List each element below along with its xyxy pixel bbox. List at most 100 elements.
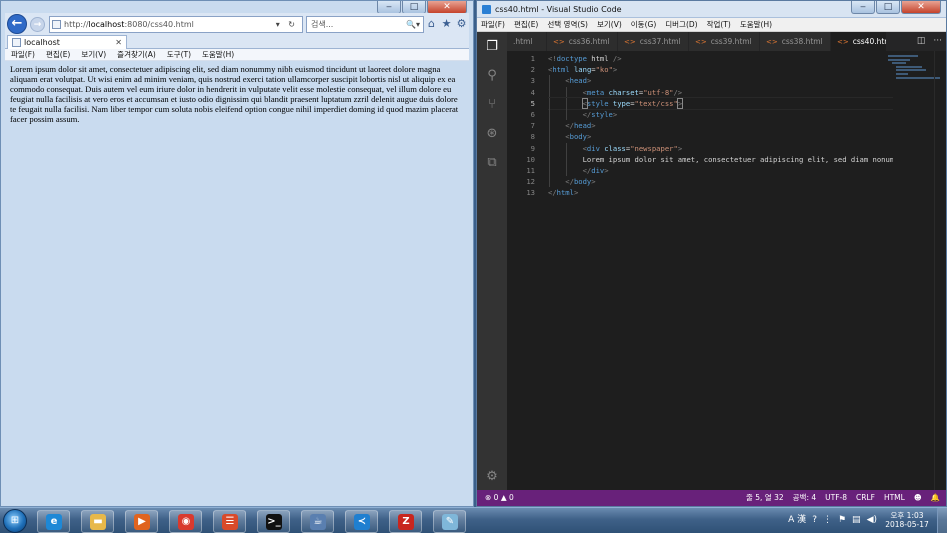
menu-selection[interactable]: 선택 영역(S) [547, 18, 588, 31]
clock-time: 오후 1:03 [890, 511, 924, 520]
tab-localhost[interactable]: localhost ✕ [7, 35, 127, 49]
line-number: 4 [530, 87, 535, 97]
acrobat-app-icon: ☰ [222, 514, 238, 530]
minimap[interactable] [888, 55, 940, 85]
menu-tools[interactable]: 도구(T) [167, 49, 191, 60]
home-icon[interactable]: ⌂ [425, 17, 438, 30]
tab-css40[interactable]: <>css40.html [831, 32, 887, 51]
media-player-app-button[interactable]: ▶ [125, 510, 158, 533]
acrobat-app-button[interactable]: ☰ [213, 510, 246, 533]
code-line[interactable]: <meta charset="utf-8"/> [548, 86, 893, 98]
code-line[interactable]: <head> [548, 75, 893, 87]
menu-view[interactable]: 보기(V) [597, 18, 622, 31]
explorer-files-icon[interactable]: ❐ [484, 39, 500, 55]
tray-icons: A 漢 ? ⋮ ⚑ ▤ ◀) [788, 514, 877, 526]
tab-html[interactable]: .html [507, 32, 547, 51]
code-line[interactable]: </html> [548, 187, 893, 198]
encoding[interactable]: UTF-8 [825, 490, 847, 506]
code-line[interactable]: </style> [548, 108, 893, 121]
menu-help[interactable]: 도움말(H) [202, 49, 234, 60]
address-bar[interactable]: http://localhost:8080/css40.html ▾ ↻ [49, 16, 303, 33]
notifications-bell-icon[interactable]: 🔔 [931, 490, 940, 506]
gear-icon[interactable]: ⚙ [484, 469, 500, 485]
cursor-position[interactable]: 줄 5, 열 32 [746, 490, 784, 506]
line-ending[interactable]: CRLF [856, 490, 875, 506]
ie-app-button[interactable]: e [37, 510, 70, 533]
menu-help[interactable]: 도움말(H) [740, 18, 772, 31]
tab-css37[interactable]: <> css37.html [618, 32, 689, 51]
code-line[interactable]: </head> [548, 120, 893, 132]
show-desktop-button[interactable] [937, 508, 947, 533]
line-number: 8 [530, 132, 535, 142]
code-line[interactable]: Lorem ipsum dolor sit amet, consectetuer… [548, 153, 893, 165]
search-icon[interactable]: ⚲ [484, 68, 500, 84]
clock[interactable]: 오후 1:03 2018-05-17 [881, 511, 933, 529]
code-line[interactable]: </div> [548, 164, 893, 177]
search-input[interactable]: 검색... 🔍▾ [306, 16, 424, 33]
indentation[interactable]: 공백: 4 [793, 490, 816, 506]
maximize-button[interactable]: □ [876, 1, 900, 14]
page-icon [12, 38, 21, 47]
source-control-icon[interactable]: ⑂ [484, 97, 500, 113]
network-icon[interactable]: ▤ [852, 514, 861, 526]
refresh-icon[interactable]: ▾ ↻ [276, 17, 298, 32]
menu-favorites[interactable]: 즐겨찾기(A) [117, 49, 156, 60]
menu-edit[interactable]: 편집(E) [46, 49, 70, 60]
line-number: 10 [526, 154, 535, 164]
tray-overflow-icon[interactable]: ⋮ [823, 514, 832, 526]
menu-file[interactable]: 파일(F) [481, 18, 505, 31]
explorer-app-button[interactable]: ▬ [81, 510, 114, 533]
activity-bar: ❐ ⚲ ⑂ ⊛ ⧉ ⚙ [477, 32, 507, 490]
code-line[interactable]: <body> [548, 131, 893, 143]
ie-navigation-bar: ← → http://localhost:8080/css40.html ▾ ↻… [5, 13, 469, 35]
tab-actions: ◫ ··· [917, 32, 942, 51]
code-line[interactable]: <style type="text/css"> [548, 96, 893, 110]
notepad-app-button[interactable]: ✎ [433, 510, 466, 533]
start-button-icon[interactable]: ⊞ [3, 509, 27, 533]
filezilla-app-button[interactable]: Z [389, 510, 422, 533]
tab-css39[interactable]: <> css39.html [689, 32, 760, 51]
language-mode[interactable]: HTML [884, 490, 905, 506]
media-player-app-icon: ▶ [134, 514, 150, 530]
vscode-app-button[interactable]: ≺ [345, 510, 378, 533]
cmd-app-button[interactable]: >_ [257, 510, 290, 533]
volume-icon[interactable]: ◀) [867, 514, 877, 526]
feedback-smiley-icon[interactable]: ☻ [914, 490, 922, 506]
search-icon[interactable]: 🔍▾ [406, 17, 420, 32]
cmd-app-icon: >_ [266, 514, 282, 530]
close-tab-icon[interactable]: ✕ [115, 36, 122, 49]
clock-date: 2018-05-17 [885, 520, 929, 529]
menu-go[interactable]: 이동(G) [631, 18, 656, 31]
line-number: 12 [526, 177, 535, 187]
chrome-app-button[interactable]: ◉ [169, 510, 202, 533]
menu-debug[interactable]: 디버그(D) [665, 18, 697, 31]
menu-file[interactable]: 파일(F) [11, 49, 35, 60]
gear-icon[interactable]: ⚙ [455, 17, 468, 30]
editor-scrollbar[interactable] [934, 51, 946, 490]
tab-css38[interactable]: <> css38.html [760, 32, 831, 51]
favorites-star-icon[interactable]: ★ [440, 17, 453, 30]
menu-edit[interactable]: 편집(E) [514, 18, 538, 31]
problems-indicator[interactable]: ⊗ 0 ▲ 0 [485, 490, 514, 506]
java-app-button[interactable]: ☕ [301, 510, 334, 533]
forward-arrow-icon[interactable]: → [30, 17, 45, 32]
chrome-app-icon: ◉ [178, 514, 194, 530]
flag-icon[interactable]: ⚑ [838, 514, 846, 526]
language-indicator[interactable]: A 漢 [788, 514, 806, 526]
code-line[interactable]: </body> [548, 176, 893, 188]
code-editor[interactable]: 1 2 3 4 5 6 7 8 9 10 11 12 13 <!doctype … [507, 51, 946, 490]
menu-view[interactable]: 보기(V) [81, 49, 106, 60]
help-icon[interactable]: ? [812, 514, 817, 526]
tab-css36[interactable]: <> css36.html [547, 32, 618, 51]
back-arrow-icon[interactable]: ← [7, 14, 27, 34]
code-line[interactable]: <div class="newspaper"> [548, 142, 893, 154]
split-editor-icon[interactable]: ◫ [917, 32, 926, 51]
more-actions-icon[interactable]: ··· [933, 32, 942, 51]
close-button[interactable]: ✕ [901, 1, 941, 14]
minimize-button[interactable]: ‒ [851, 1, 875, 14]
code-line[interactable]: <html lang="ko"> [548, 64, 893, 75]
debug-icon[interactable]: ⊛ [484, 126, 500, 142]
extensions-icon[interactable]: ⧉ [484, 155, 500, 171]
code-line[interactable]: <!doctype html /> [548, 53, 893, 64]
menu-tasks[interactable]: 작업(T) [707, 18, 731, 31]
